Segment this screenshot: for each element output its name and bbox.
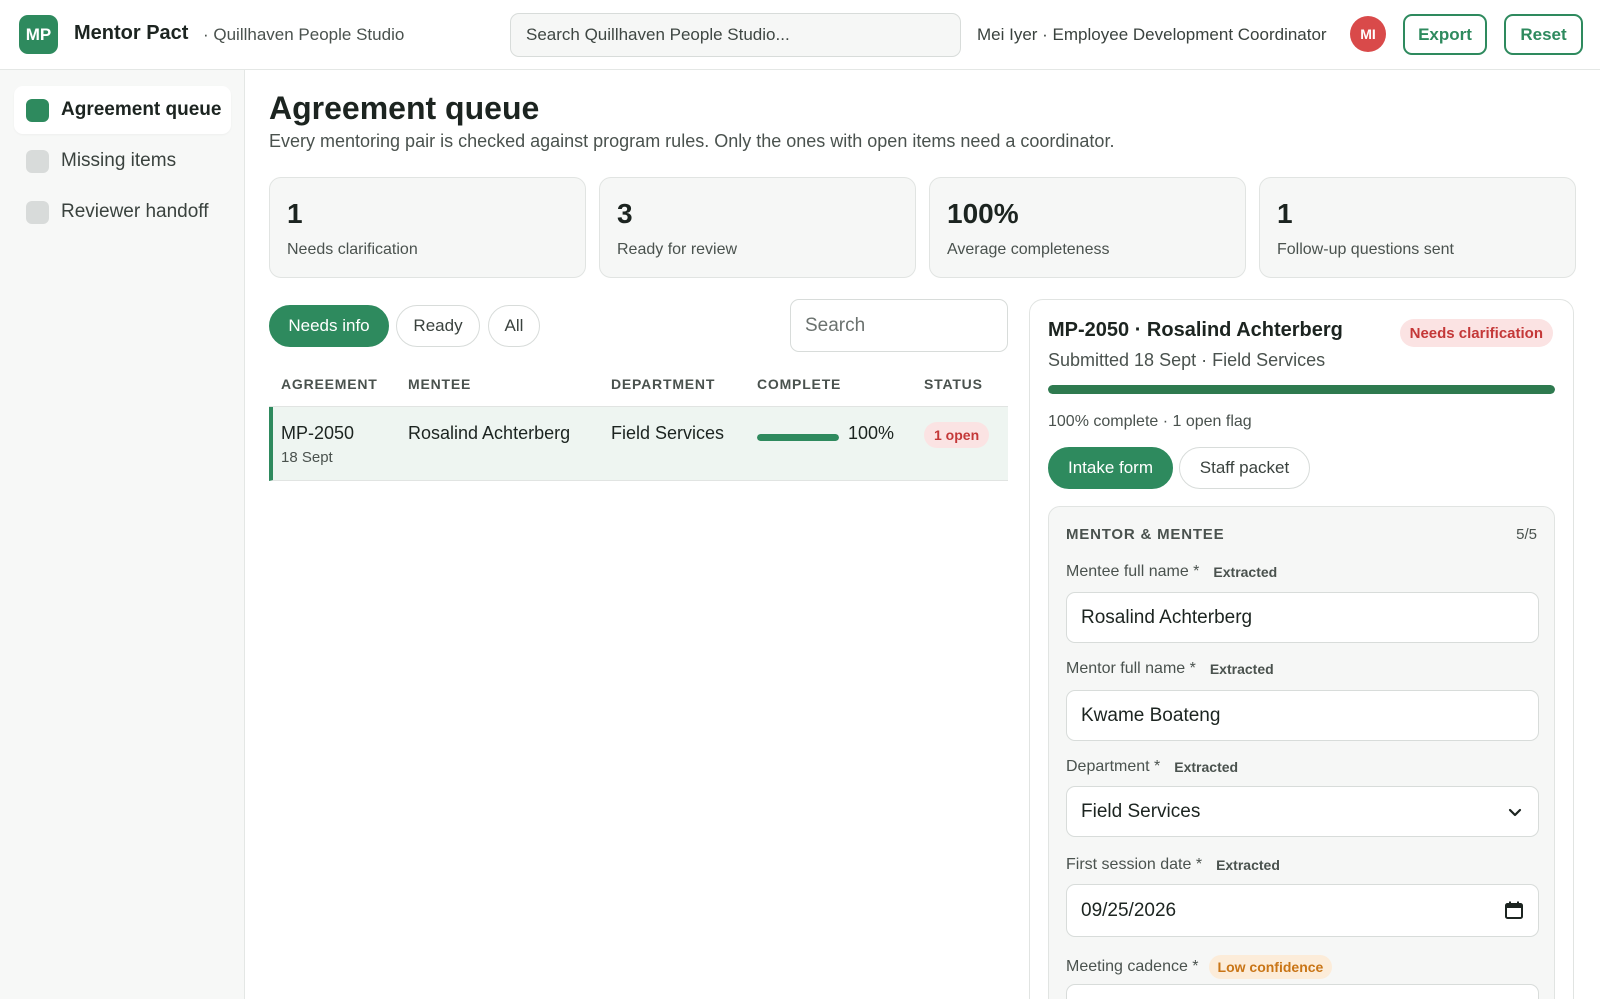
sidebar: Agreement queue Missing items Reviewer h… — [0, 70, 245, 999]
detail-panel: MP-2050 · Rosalind Achterberg Needs clar… — [1029, 299, 1574, 999]
low-confidence-tag: Low confidence — [1208, 955, 1333, 979]
column-header-agreement[interactable]: AGREEMENT — [281, 376, 378, 392]
first-session-date-field[interactable]: 09/25/2026 — [1066, 884, 1539, 937]
export-button[interactable]: Export — [1403, 14, 1487, 55]
stat-value: 3 — [617, 198, 633, 229]
user-label: Mei Iyer · Employee Development Coordina… — [977, 25, 1327, 44]
tab-intake-form[interactable]: Intake form — [1048, 447, 1173, 489]
avatar[interactable]: MI — [1350, 16, 1386, 52]
column-header-mentee[interactable]: MENTEE — [408, 376, 471, 392]
chevron-down-icon — [1508, 808, 1522, 817]
section-title: MENTOR & MENTEE — [1066, 526, 1225, 543]
department-select[interactable]: Field Services — [1066, 786, 1539, 837]
field-label-text: Mentor full name * — [1066, 660, 1196, 677]
agreement-queue-icon — [26, 98, 49, 122]
extracted-tag: Extracted — [1174, 759, 1239, 775]
field-label-text: Meeting cadence * — [1066, 958, 1199, 975]
mentor-name-field[interactable]: Kwame Boateng — [1066, 690, 1539, 741]
sidebar-item-missing-items[interactable]: Missing items — [14, 137, 231, 185]
global-search-input[interactable] — [510, 13, 961, 57]
top-bar: MP Mentor Pact · Quillhaven People Studi… — [0, 0, 1600, 70]
stat-label: Average completeness — [947, 241, 1110, 258]
sidebar-item-label: Missing items — [61, 150, 177, 171]
mentor-mentee-section: MENTOR & MENTEE 5/5 Mentee full name * E… — [1048, 506, 1555, 999]
sidebar-item-label: Reviewer handoff — [61, 201, 209, 222]
status-badge: Needs clarification — [1399, 319, 1553, 347]
agreement-date: 18 Sept — [281, 449, 333, 466]
field-label-text: First session date * — [1066, 856, 1203, 873]
detail-subtitle: Submitted 18 Sept · Field Services — [1048, 350, 1326, 370]
filter-needs-info[interactable]: Needs info — [269, 305, 389, 347]
extracted-tag: Extracted — [1216, 857, 1280, 873]
agreement-id: MP-2050 — [281, 423, 355, 443]
first-session-date-value: 09/25/2026 — [1081, 899, 1177, 921]
table-search-input[interactable] — [790, 299, 1008, 352]
column-header-department[interactable]: DEPARTMENT — [611, 376, 715, 392]
page-title: Agreement queue — [269, 90, 540, 126]
stat-value: 100% — [947, 198, 1019, 229]
field-label-text: Mentee full name * — [1066, 563, 1200, 580]
status-badge: 1 open — [924, 422, 990, 448]
stat-value: 1 — [287, 198, 303, 229]
field-label-meeting-cadence: Meeting cadence * Low confidence — [1066, 955, 1333, 979]
meeting-cadence-field[interactable] — [1066, 984, 1539, 999]
filter-ready[interactable]: Ready — [396, 305, 480, 347]
mentee-name: Rosalind Achterberg — [408, 423, 571, 443]
detail-title: MP-2050 · Rosalind Achterberg — [1048, 319, 1343, 341]
sidebar-item-agreement-queue[interactable]: Agreement queue — [14, 86, 231, 134]
stat-card-average-completeness: 100% Average completeness — [929, 177, 1246, 278]
reviewer-handoff-icon — [26, 200, 49, 224]
column-header-complete[interactable]: COMPLETE — [757, 376, 841, 392]
org-name: · Quillhaven People Studio — [203, 25, 405, 44]
extracted-tag: Extracted — [1213, 564, 1278, 580]
detail-progress-text: 100% complete · 1 open flag — [1048, 413, 1252, 430]
mentee-name-field[interactable]: Rosalind Achterberg — [1066, 592, 1539, 643]
field-label-text: Department * — [1066, 758, 1161, 775]
stat-card-needs-clarification: 1 Needs clarification — [269, 177, 586, 278]
complete-percent: 100% — [848, 423, 895, 443]
stat-card-follow-up-questions: 1 Follow-up questions sent — [1259, 177, 1576, 278]
stat-label: Follow-up questions sent — [1277, 241, 1454, 258]
complete-progress-fill — [757, 434, 839, 441]
filter-all[interactable]: All — [488, 305, 540, 347]
page-subtitle: Every mentoring pair is checked against … — [269, 131, 1115, 151]
detail-progress-fill — [1048, 385, 1555, 394]
stat-label: Ready for review — [617, 241, 738, 258]
detail-progress-bar — [1048, 385, 1555, 394]
department-name: Field Services — [611, 423, 725, 443]
section-count: 5/5 — [1516, 526, 1537, 543]
complete-progress-bar — [757, 434, 839, 441]
calendar-icon[interactable] — [1504, 900, 1524, 920]
extracted-tag: Extracted — [1209, 661, 1274, 677]
field-label-department: Department * Extracted — [1066, 758, 1238, 776]
field-label-mentee-name: Mentee full name * Extracted — [1066, 563, 1277, 581]
field-label-first-session: First session date * Extracted — [1066, 856, 1280, 874]
table-row[interactable]: MP-2050 18 Sept Rosalind Achterberg Fiel… — [269, 407, 1008, 481]
missing-items-icon — [26, 149, 49, 173]
sidebar-item-label: Agreement queue — [61, 99, 222, 120]
app-name: Mentor Pact — [74, 22, 189, 44]
stat-label: Needs clarification — [287, 241, 418, 258]
column-header-status[interactable]: STATUS — [924, 376, 983, 392]
app-logo[interactable]: MP — [19, 15, 58, 54]
reset-button[interactable]: Reset — [1504, 14, 1583, 55]
sidebar-item-reviewer-handoff[interactable]: Reviewer handoff — [14, 188, 231, 236]
tab-staff-packet[interactable]: Staff packet — [1179, 447, 1310, 489]
field-label-mentor-name: Mentor full name * Extracted — [1066, 660, 1274, 678]
stat-value: 1 — [1277, 198, 1293, 229]
stat-card-ready-for-review: 3 Ready for review — [599, 177, 916, 278]
department-select-value: Field Services — [1081, 800, 1201, 822]
